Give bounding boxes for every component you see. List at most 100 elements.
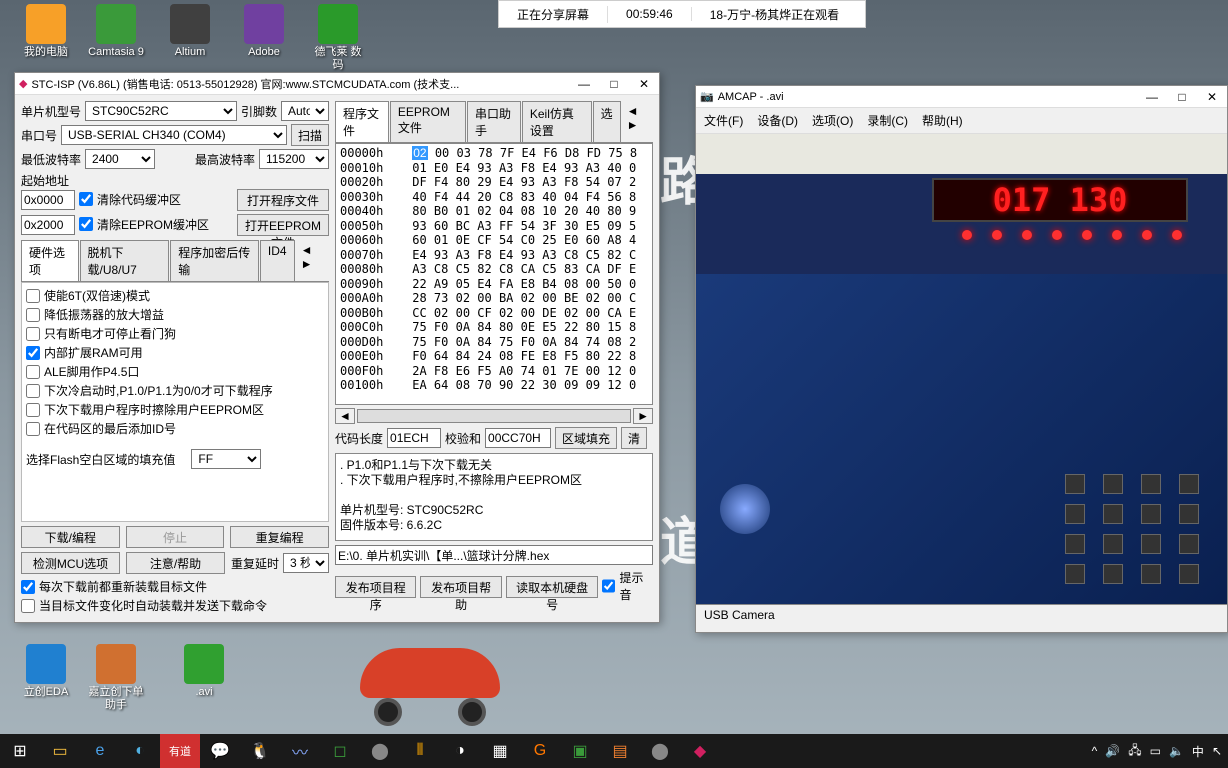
- max-baud-select[interactable]: 115200: [259, 149, 329, 169]
- taskbar-edge-icon[interactable]: e: [80, 734, 120, 768]
- tray-ime-indicator[interactable]: 中: [1192, 743, 1204, 760]
- min-baud-select[interactable]: 2400: [85, 149, 155, 169]
- check-mcu-button[interactable]: 检测MCU选项: [21, 552, 120, 574]
- clear-region-button[interactable]: 清: [621, 427, 647, 449]
- hscrollbar[interactable]: [357, 409, 631, 423]
- addr1-input[interactable]: [21, 190, 75, 210]
- maximize-button[interactable]: □: [599, 73, 629, 95]
- taskbar-app-icon[interactable]: ⦀: [400, 734, 440, 768]
- minimize-button[interactable]: —: [1137, 86, 1167, 108]
- stop-button[interactable]: 停止: [126, 526, 225, 548]
- taskbar-app-icon[interactable]: 〰: [280, 734, 320, 768]
- minimize-button[interactable]: —: [569, 73, 599, 95]
- taskbar-app-icon[interactable]: ▤: [600, 734, 640, 768]
- taskbar-app-icon[interactable]: ◻: [320, 734, 360, 768]
- tab-scroll-icon[interactable]: ◄ ►: [296, 240, 329, 281]
- left-tab-0[interactable]: 硬件选项: [21, 240, 79, 281]
- amcap-menu-0[interactable]: 文件(F): [704, 112, 743, 129]
- desktop-icon-我的电脑[interactable]: 我的电脑: [18, 4, 74, 59]
- reprogram-button[interactable]: 重复编程: [230, 526, 329, 548]
- close-button[interactable]: ✕: [1197, 86, 1227, 108]
- desktop-icon-嘉立创下单助手[interactable]: 嘉立创下单助手: [88, 644, 144, 712]
- amcap-menu-4[interactable]: 帮助(H): [922, 112, 963, 129]
- chip-select[interactable]: STC90C52RC: [85, 101, 237, 121]
- sound-checkbox[interactable]: [602, 579, 615, 593]
- hw-option-3-checkbox[interactable]: [26, 346, 40, 360]
- addr2-input[interactable]: [21, 215, 75, 235]
- taskbar-app-icon[interactable]: 有道: [160, 734, 200, 768]
- desktop-icon-立创EDA[interactable]: 立创EDA: [18, 644, 74, 699]
- publish-help-button[interactable]: 发布项目帮助: [420, 576, 501, 598]
- code-len-value[interactable]: [387, 428, 441, 448]
- left-tab-1[interactable]: 脱机下载/U8/U7: [80, 240, 170, 281]
- help-button[interactable]: 注意/帮助: [126, 552, 225, 574]
- right-tab-0[interactable]: 程序文件: [335, 101, 389, 142]
- amcap-menu-3[interactable]: 录制(C): [867, 112, 908, 129]
- taskbar-app-icon[interactable]: G: [520, 734, 560, 768]
- desktop-icon-Altium[interactable]: Altium: [162, 4, 218, 59]
- file-path-input[interactable]: [335, 545, 653, 565]
- clear-eeprom-checkbox[interactable]: [79, 217, 93, 231]
- autosend-checkbox[interactable]: [21, 599, 35, 613]
- led-display: 017 130: [932, 178, 1188, 222]
- maximize-button[interactable]: □: [1167, 86, 1197, 108]
- right-tab-1[interactable]: EEPROM文件: [390, 101, 466, 142]
- hw-option-4-checkbox[interactable]: [26, 365, 40, 379]
- right-tab-3[interactable]: Keil仿真设置: [522, 101, 592, 142]
- scroll-left-icon[interactable]: ◄: [335, 408, 355, 424]
- start-button[interactable]: ⊞: [0, 734, 40, 768]
- hex-viewer[interactable]: 00000h 02 00 03 78 7F E4 F6 D8 FD 75 8 0…: [335, 143, 653, 405]
- close-button[interactable]: ✕: [629, 73, 659, 95]
- hw-option-1-checkbox[interactable]: [26, 308, 40, 322]
- taskbar-explorer-icon[interactable]: ▭: [40, 734, 80, 768]
- clear-code-checkbox[interactable]: [79, 192, 93, 206]
- left-tab-2[interactable]: 程序加密后传输: [170, 240, 259, 281]
- tray-network-icon[interactable]: 🖧: [1128, 741, 1141, 762]
- desktop-icon-Camtasia 9[interactable]: Camtasia 9: [88, 4, 144, 59]
- region-fill-button[interactable]: 区域填充: [555, 427, 617, 449]
- right-tab-4[interactable]: 选: [593, 101, 621, 142]
- retry-select[interactable]: 3 秒: [283, 553, 329, 573]
- download-button[interactable]: 下载/编程: [21, 526, 120, 548]
- amcap-menu-1[interactable]: 设备(D): [757, 112, 798, 129]
- hw-option-2-checkbox[interactable]: [26, 327, 40, 341]
- taskbar-wechat-icon[interactable]: 💬: [200, 734, 240, 768]
- read-disk-button[interactable]: 读取本机硬盘号: [506, 576, 599, 598]
- taskbar-app-icon[interactable]: ⬤: [360, 734, 400, 768]
- taskbar-stc-icon[interactable]: ◆: [680, 734, 720, 768]
- scan-button[interactable]: 扫描: [291, 124, 329, 146]
- desktop-icon-德飞莱 数码[interactable]: 德飞莱 数码: [310, 4, 366, 72]
- taskbar-app-icon[interactable]: ◐: [120, 734, 160, 768]
- hw-option-7-checkbox[interactable]: [26, 422, 40, 436]
- amcap-title-bar[interactable]: 📷 AMCAP - .avi — □ ✕: [696, 86, 1227, 108]
- taskbar-app-icon[interactable]: ⬤: [640, 734, 680, 768]
- tray-battery-icon[interactable]: ▭: [1150, 744, 1161, 758]
- tray-speaker-icon[interactable]: 🔈: [1169, 744, 1184, 758]
- port-select[interactable]: USB-SERIAL CH340 (COM4): [61, 125, 287, 145]
- taskbar-qq-icon[interactable]: 🐧: [240, 734, 280, 768]
- amcap-menu-2[interactable]: 选项(O): [812, 112, 853, 129]
- desktop-icon-.avi[interactable]: .avi: [176, 644, 232, 699]
- open-code-button[interactable]: 打开程序文件: [237, 189, 329, 211]
- pins-select[interactable]: Auto: [281, 101, 329, 121]
- flash-fill-select[interactable]: FF: [191, 449, 261, 469]
- taskbar-app-icon[interactable]: ▣: [560, 734, 600, 768]
- tab-scroll-icon[interactable]: ◄ ►: [622, 101, 653, 142]
- tray-expand-icon[interactable]: ^: [1092, 744, 1098, 758]
- reload-checkbox[interactable]: [21, 580, 35, 594]
- scroll-right-icon[interactable]: ►: [633, 408, 653, 424]
- camera-icon: 📷: [700, 90, 714, 103]
- right-tab-2[interactable]: 串口助手: [467, 101, 521, 142]
- desktop-icon-Adobe[interactable]: Adobe: [236, 4, 292, 59]
- tray-volume-icon[interactable]: 🔊: [1105, 744, 1120, 758]
- checksum-value[interactable]: [485, 428, 551, 448]
- hw-option-0-checkbox[interactable]: [26, 289, 40, 303]
- hw-option-5-checkbox[interactable]: [26, 384, 40, 398]
- hw-option-6-checkbox[interactable]: [26, 403, 40, 417]
- open-eeprom-button[interactable]: 打开EEPROM文件: [237, 214, 329, 236]
- stc-title-bar[interactable]: ◆ STC-ISP (V6.86L) (销售电话: 0513-55012928)…: [15, 73, 659, 95]
- left-tab-3[interactable]: ID4: [260, 240, 295, 281]
- publish-program-button[interactable]: 发布项目程序: [335, 576, 416, 598]
- taskbar-app-icon[interactable]: ▦: [480, 734, 520, 768]
- taskbar-app-icon[interactable]: ◑: [440, 734, 480, 768]
